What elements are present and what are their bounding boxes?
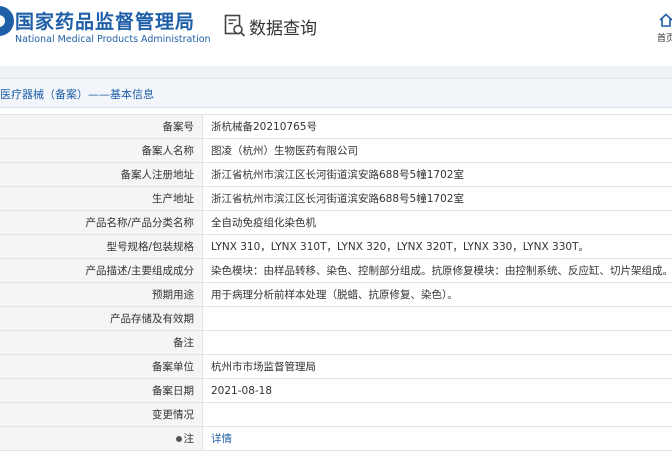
table-row: 生产地址 浙江省杭州市滨江区长河街道滨安路688号5幢1702室 <box>0 186 672 211</box>
field-label: 产品存储及有效期 <box>0 306 203 331</box>
field-value <box>202 330 672 355</box>
field-label: 产品描述/主要组成成分 <box>0 258 203 283</box>
table-row: 备案单位 杭州市市场监督管理局 <box>0 354 672 379</box>
breadcrumb-bar: 医疗器械（备案）——基本信息 <box>0 78 672 108</box>
bullet-icon <box>175 436 182 442</box>
field-value: 全自动免疫组化染色机 <box>202 210 672 235</box>
home-icon[interactable] <box>659 13 672 27</box>
table-row: 预期用途 用于病理分析前样本处理（脱蜡、抗原修复、染色）。 <box>0 282 672 307</box>
table-row: 备案日期 2021-08-18 <box>0 378 672 403</box>
field-label: 型号规格/包装规格 <box>0 234 203 259</box>
field-label: 备案人注册地址 <box>0 162 203 187</box>
field-value <box>202 306 672 331</box>
table-row: 注 详情 <box>0 426 672 451</box>
field-value: 浙江省杭州市滨江区长河街道滨安路688号5幢1702室 <box>202 162 672 187</box>
site-title: 国家药品监督管理局 <box>15 11 196 33</box>
field-label: 备案单位 <box>0 354 203 379</box>
record-detail-table: 备案号 浙杭械备20210765号 备案人名称 图凌（杭州）生物医药有限公司 备… <box>0 114 672 451</box>
data-query-title: 数据查询 <box>249 19 317 39</box>
table-row: 备案号 浙杭械备20210765号 <box>0 114 672 139</box>
document-search-icon <box>224 14 246 37</box>
table-row: 备案人注册地址 浙江省杭州市滨江区长河街道滨安路688号5幢1702室 <box>0 162 672 187</box>
field-value: 杭州市市场监督管理局 <box>202 354 672 379</box>
home-link[interactable]: 首页 <box>657 31 672 44</box>
field-value <box>202 402 672 427</box>
nmpa-logo[interactable] <box>0 6 14 36</box>
field-label: 产品名称/产品分类名称 <box>0 210 203 235</box>
table-row: 型号规格/包装规格 LYNX 310，LYNX 310T，LYNX 320，LY… <box>0 234 672 259</box>
table-row: 产品存储及有效期 <box>0 306 672 331</box>
table-row: 产品名称/产品分类名称 全自动免疫组化染色机 <box>0 210 672 235</box>
field-value: 图凌（杭州）生物医药有限公司 <box>202 138 672 163</box>
header-divider <box>0 66 672 78</box>
table-row: 备注 <box>0 330 672 355</box>
field-value: 浙杭械备20210765号 <box>202 114 672 139</box>
field-value: 2021-08-18 <box>202 378 672 403</box>
field-value: 染色模块：由样品转移、染色、控制部分组成。抗原修复模块：由控制系统、反应缸、切片… <box>202 258 672 283</box>
field-label: 注 <box>183 433 195 445</box>
field-value: 用于病理分析前样本处理（脱蜡、抗原修复、染色）。 <box>202 282 672 307</box>
details-link[interactable]: 详情 <box>211 433 232 445</box>
field-label: 备案日期 <box>0 378 203 403</box>
site-subtitle: National Medical Products Administration <box>15 34 211 45</box>
table-row: 备案人名称 图凌（杭州）生物医药有限公司 <box>0 138 672 163</box>
note-label: 注 <box>0 426 203 451</box>
field-label: 生产地址 <box>0 186 203 211</box>
field-label: 备案人名称 <box>0 138 203 163</box>
table-row: 变更情况 <box>0 402 672 427</box>
field-label: 备注 <box>0 330 203 355</box>
field-label: 备案号 <box>0 114 203 139</box>
field-value: 浙江省杭州市滨江区长河街道滨安路688号5幢1702室 <box>202 186 672 211</box>
field-label: 变更情况 <box>0 402 203 427</box>
table-row: 产品描述/主要组成成分 染色模块：由样品转移、染色、控制部分组成。抗原修复模块：… <box>0 258 672 283</box>
breadcrumb: 医疗器械（备案）——基本信息 <box>0 88 154 101</box>
field-value: LYNX 310，LYNX 310T，LYNX 320，LYNX 320T，LY… <box>202 234 672 259</box>
field-value: 详情 <box>202 426 672 451</box>
field-label: 预期用途 <box>0 282 203 307</box>
site-header: 国家药品监督管理局 National Medical Products Admi… <box>0 0 672 62</box>
